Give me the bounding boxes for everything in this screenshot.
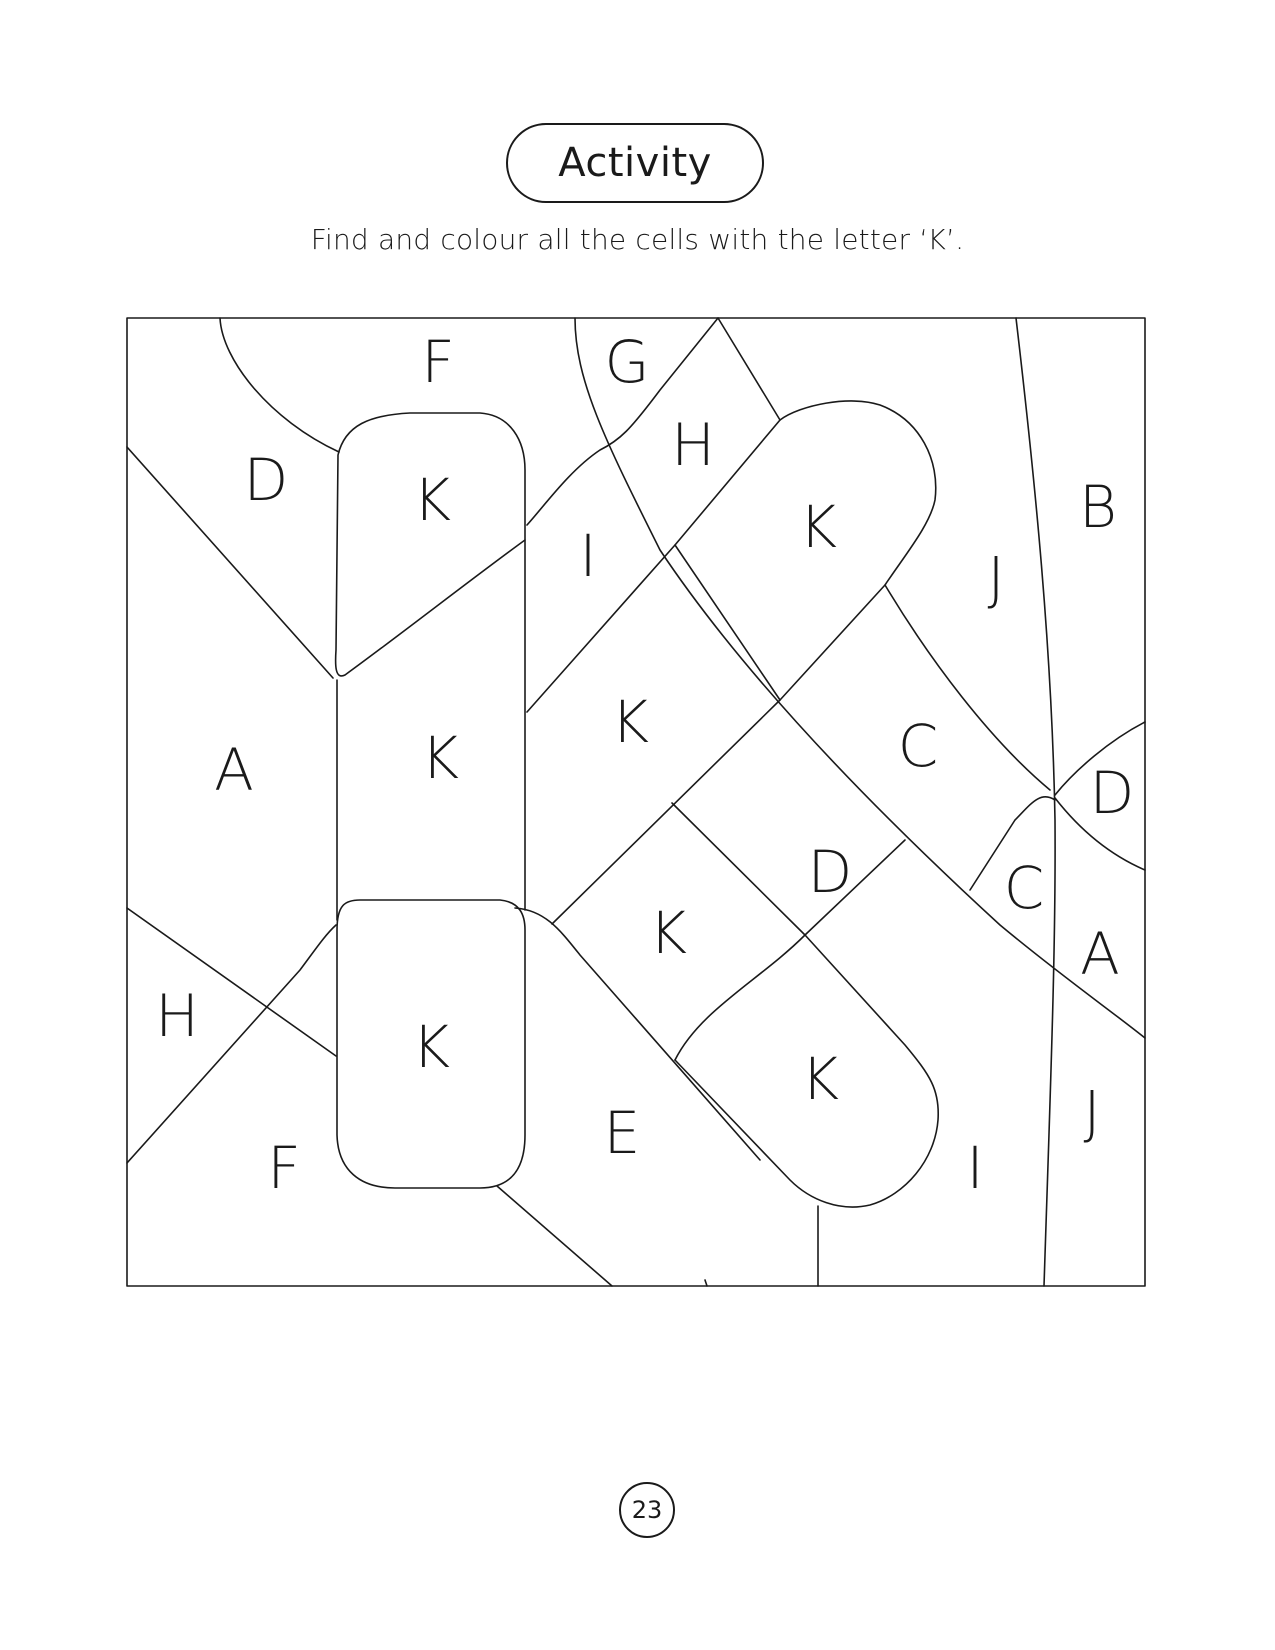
cell-line <box>704 1279 708 1287</box>
cell-letter: K <box>421 724 459 792</box>
cell-letter: C <box>898 712 939 780</box>
cell-letters: F G D K H I K B J A K K C D D C K A H K … <box>155 328 1134 1202</box>
cell-line <box>126 446 334 679</box>
cell-line <box>671 802 806 936</box>
cell-letter: H <box>155 982 199 1050</box>
cell-line <box>496 1185 613 1287</box>
cell-letter: J <box>987 544 1004 612</box>
cell-letter: A <box>1080 920 1120 988</box>
cell-letter: K <box>801 1045 839 1113</box>
cell-letter: D <box>244 446 289 514</box>
cell-line <box>526 544 676 713</box>
cell-line <box>334 412 526 677</box>
cell-letter: K <box>799 493 837 561</box>
cell-letter: F <box>267 1134 300 1202</box>
cell-line <box>551 699 781 925</box>
cell-letter: K <box>611 688 649 756</box>
cell-line <box>1015 317 1056 1287</box>
cell-line <box>674 839 906 1061</box>
cell-letter: J <box>1083 1078 1100 1146</box>
cell-line <box>717 317 781 421</box>
cell-letter: I <box>579 522 596 590</box>
cell-line <box>219 317 340 453</box>
cell-letter: C <box>1004 854 1045 922</box>
cell-letter: D <box>1090 759 1135 827</box>
cell-letter: D <box>808 838 853 906</box>
cell-letter: E <box>604 1099 641 1167</box>
letter-puzzle: F G D K H I K B J A K K C D D C K A H K … <box>126 317 1146 1287</box>
cell-letter: K <box>649 899 687 967</box>
page-number: 23 <box>619 1482 675 1538</box>
cell-letter: K <box>413 466 451 534</box>
cell-letter: F <box>421 328 454 396</box>
cell-letter: I <box>966 1134 983 1202</box>
cell-letter: H <box>671 411 715 479</box>
cell-letter: A <box>214 736 254 804</box>
cell-letter: B <box>1079 473 1117 541</box>
cell-letter: G <box>605 328 650 396</box>
cell-letter: K <box>412 1013 450 1081</box>
